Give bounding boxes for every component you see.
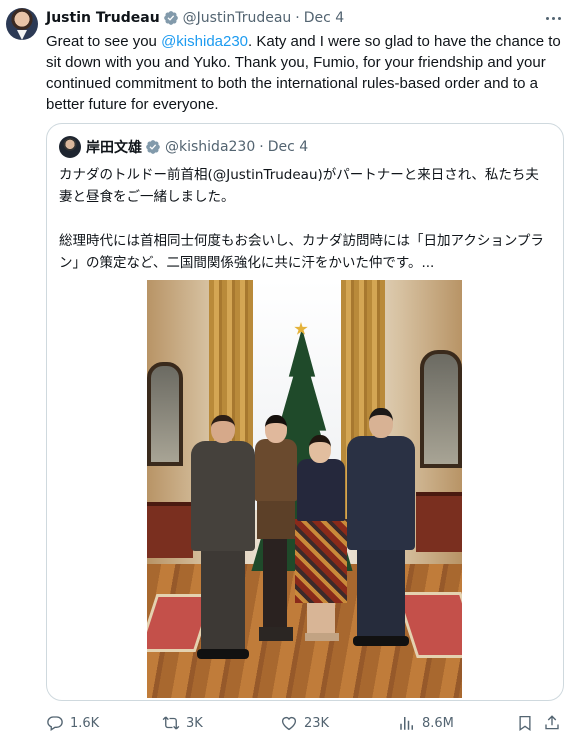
author-name[interactable]: Justin Trudeau	[46, 10, 160, 26]
separator: ·	[259, 139, 264, 155]
author-avatar[interactable]	[6, 8, 38, 40]
retweet-icon	[162, 716, 180, 730]
tweet-photo[interactable]	[147, 280, 462, 698]
photo-person	[253, 415, 299, 645]
share-button[interactable]	[543, 708, 567, 738]
reply-button[interactable]: 1.6K	[46, 708, 99, 738]
quoted-tweet-date: Dec 4	[267, 139, 309, 155]
quoted-tweet-text: カナダのトルドー前首相(@JustinTrudeau)がパートナーと来日され、私…	[59, 164, 551, 274]
author-handle[interactable]: @JustinTrudeau	[183, 10, 292, 26]
bookmark-button[interactable]	[516, 708, 540, 738]
tweet-header: Justin Trudeau @JustinTrudeau · Dec 4	[46, 8, 344, 28]
tweet-date[interactable]: Dec 4	[304, 10, 344, 26]
action-bar: 1.6K 3K 23K 8.6M	[46, 708, 566, 738]
tweet-text: Great to see you @kishida230. Katy and I…	[46, 31, 566, 115]
retweet-button[interactable]: 3K	[162, 708, 203, 738]
quoted-paragraph-1: カナダのトルドー前首相(@JustinTrudeau)がパートナーと来日され、私…	[59, 167, 539, 205]
quoted-author-avatar	[59, 136, 81, 158]
quoted-paragraph-2: 総理時代には首相同士何度もお会いし、カナダ訪問時には「日加アクションプラン」の策…	[59, 233, 544, 271]
bookmark-icon	[519, 715, 531, 732]
quoted-author-name: 岸田文雄	[86, 140, 142, 156]
mention-link[interactable]: @kishida230	[161, 33, 248, 50]
verified-badge-icon	[146, 140, 160, 154]
view-count: 8.6M	[422, 715, 454, 731]
share-icon	[545, 715, 559, 730]
views-icon	[400, 717, 413, 730]
quoted-author-handle: @kishida230	[165, 139, 256, 155]
more-icon[interactable]	[542, 8, 564, 28]
heart-icon	[281, 716, 297, 731]
quoted-tweet[interactable]: 岸田文雄 @kishida230 · Dec 4 カナダのトルドー前首相(@Ju…	[46, 123, 564, 701]
like-button[interactable]: 23K	[280, 708, 329, 738]
verified-badge-icon	[163, 11, 178, 25]
quoted-tweet-header: 岸田文雄 @kishida230 · Dec 4	[59, 136, 308, 158]
reply-count: 1.6K	[70, 715, 100, 731]
reply-icon	[47, 716, 63, 732]
photo-person	[295, 435, 347, 643]
views-button[interactable]: 8.6M	[398, 708, 454, 738]
separator: ·	[295, 10, 300, 26]
photo-person	[347, 408, 415, 648]
photo-person	[191, 415, 255, 663]
tweet-text-before: Great to see you	[46, 33, 162, 50]
like-count: 23K	[304, 715, 330, 731]
retweet-count: 3K	[186, 715, 203, 731]
